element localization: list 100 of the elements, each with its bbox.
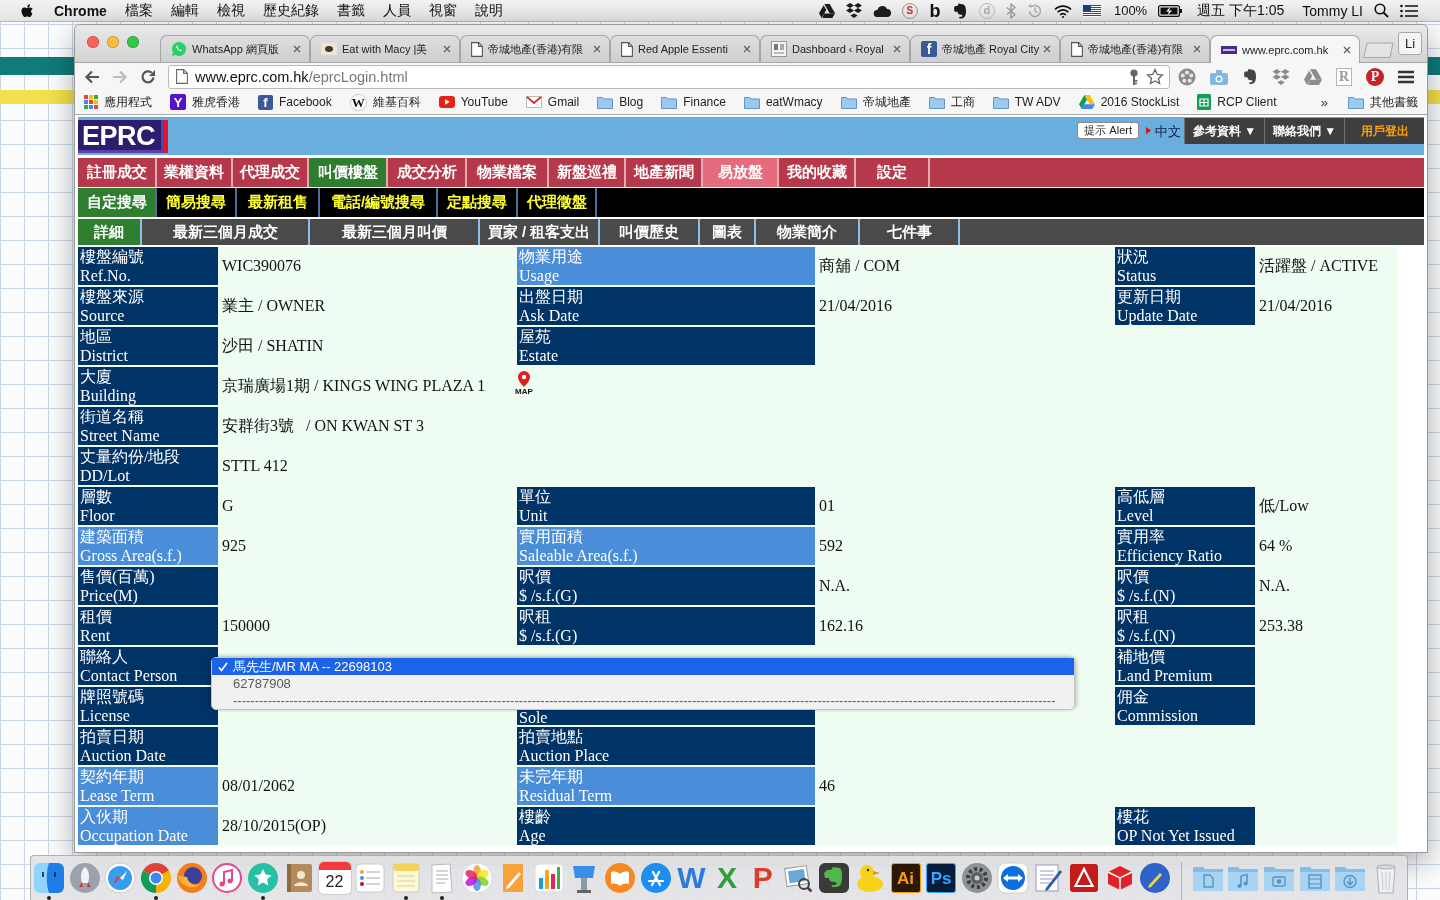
browser-tab[interactable]: 帝城地產(香港)有限 (1060, 35, 1210, 62)
diamonds-icon[interactable] (845, 3, 862, 18)
segmented-circle-icon[interactable] (140, 862, 173, 894)
close-icon[interactable] (1193, 45, 1201, 53)
compass-icon[interactable] (104, 862, 137, 894)
alert-button[interactable]: 提示 Alert (1077, 122, 1139, 139)
triangle-logo-icon[interactable] (818, 3, 835, 18)
site-logo[interactable]: EPRC (78, 120, 168, 153)
elephant-icon[interactable] (1242, 68, 1258, 85)
ringed-circle-icon[interactable] (175, 862, 208, 894)
language-link[interactable]: 中文 (1155, 123, 1181, 141)
bookmark[interactable]: TW ADV (992, 95, 1061, 109)
ai-logo[interactable]: Ai (890, 863, 921, 893)
bluetooth-icon[interactable] (1005, 2, 1016, 19)
close-icon[interactable] (893, 45, 901, 53)
nav-tab[interactable]: 簡易搜尋 (157, 188, 237, 217)
calendar-tile[interactable]: 22 (318, 862, 351, 894)
elephant-icon[interactable] (951, 2, 968, 19)
checklist-icon[interactable] (354, 862, 387, 894)
browser-tab[interactable]: f 帝城地產 Royal City (910, 35, 1060, 62)
bookmark[interactable]: f Facebook (258, 94, 332, 110)
music-note-icon[interactable] (211, 862, 244, 894)
bookmark[interactable]: W 維基百科 (349, 93, 421, 111)
browser-tab[interactable]: WhatsApp 網頁版 (160, 35, 310, 62)
more-bookmarks-button[interactable]: » (1320, 94, 1328, 110)
nav-tab[interactable]: 最新三個月叫價 (310, 219, 480, 245)
flag-icon[interactable] (1082, 4, 1101, 17)
bookmark[interactable]: Finance (661, 95, 726, 109)
nav-tab[interactable]: 叫價樓盤 (309, 158, 388, 187)
menu-item[interactable]: 說明 (474, 1, 503, 20)
dropdown-option[interactable]: 馬先生/MR MA -- 22698103 (212, 658, 1074, 675)
close-icon[interactable] (743, 45, 751, 53)
nav-tab[interactable]: 定點搜尋 (438, 188, 518, 217)
menu-item[interactable]: 編輯 (170, 1, 199, 20)
browser-tab[interactable]: Red Apple Essenti (610, 35, 760, 62)
bookmark[interactable]: 帝城地產 (840, 93, 911, 111)
menu-button[interactable]: 聯絡我們 ▼ (1264, 118, 1344, 144)
battery-icon[interactable] (1158, 4, 1183, 17)
bookmark[interactable]: 其他書籤 (1348, 93, 1418, 111)
bookmark[interactable]: Gmail (525, 95, 580, 109)
nav-tab[interactable]: 代理徵盤 (518, 188, 597, 217)
map-link[interactable]: MAP (515, 371, 533, 396)
close-window-button[interactable] (87, 36, 99, 48)
reload-icon[interactable] (140, 68, 156, 85)
profile-button[interactable]: Li (1398, 32, 1422, 55)
split-tile-icon[interactable] (33, 862, 65, 894)
back-arrow-icon[interactable] (84, 68, 100, 85)
photo-magnifier-icon[interactable] (782, 862, 815, 894)
bookmark[interactable]: Y 雅虎香港 (170, 93, 240, 111)
apple-icon[interactable] (20, 2, 34, 19)
nav-tab[interactable]: 七件事 (860, 219, 960, 245)
letter-p-logo[interactable]: P (1366, 67, 1384, 86)
browser-tab[interactable]: 帝城地產(香港)有限 (460, 35, 610, 62)
crossed-strokes-icon[interactable] (639, 862, 672, 894)
nav-tab[interactable]: 自定搜尋 (78, 188, 157, 217)
zoom-window-button[interactable] (127, 36, 139, 48)
letter-s-logo[interactable]: S (901, 2, 918, 19)
close-icon[interactable] (443, 45, 451, 53)
bookmark[interactable]: eatWmacy (743, 95, 823, 109)
menu-icon[interactable] (1398, 69, 1414, 84)
nav-tab[interactable]: 電話/編號搜尋 (320, 188, 438, 217)
nav-tab[interactable]: 詳細 (78, 219, 142, 245)
wifi-icon[interactable] (1053, 3, 1072, 18)
nav-tab[interactable]: 最新租售 (237, 188, 320, 217)
menu-item[interactable]: 視窗 (428, 1, 457, 20)
bookmark[interactable]: RCP Client (1197, 94, 1277, 110)
clock[interactable]: 週五 下午1:05 (1197, 1, 1285, 20)
search-icon[interactable] (1374, 3, 1389, 18)
open-book-icon[interactable] (604, 862, 636, 894)
elephant-icon[interactable] (818, 862, 851, 894)
nav-tab[interactable]: 最新三個月成交 (142, 219, 310, 245)
letter-b-logo[interactable]: b (928, 2, 941, 19)
address-field[interactable]: www.eprc.com.hk/eprcLogin.html (168, 64, 1170, 89)
menu-item[interactable]: 檔案 (124, 1, 153, 20)
flower-icon[interactable] (461, 862, 494, 894)
browser-tab[interactable]: Eat with Macy |美 (310, 35, 460, 62)
key-icon[interactable] (1129, 68, 1139, 85)
logout-button[interactable]: 用戶登出 (1344, 118, 1424, 144)
bookmark[interactable]: 2016 StockList (1078, 95, 1180, 109)
menu-item[interactable]: 人員 (382, 1, 411, 20)
pen-icon[interactable] (1139, 862, 1172, 894)
clock-arrow-icon[interactable] (1026, 2, 1043, 19)
menu-item[interactable]: 書籤 (336, 1, 365, 20)
bar-chart-icon[interactable] (532, 862, 565, 894)
film-reel-icon[interactable] (1178, 67, 1196, 86)
menu-item[interactable]: 檢視 (216, 1, 245, 20)
camera-icon[interactable] (1210, 68, 1228, 85)
bookmark[interactable]: Blog (597, 95, 644, 109)
bookmark[interactable]: 工商 (928, 93, 975, 111)
menu-item[interactable]: 歷史紀錄 (262, 1, 319, 20)
nav-tab[interactable]: 叫價歷史 (600, 219, 700, 245)
close-icon[interactable] (293, 45, 301, 53)
star-icon[interactable] (1146, 67, 1164, 86)
close-icon[interactable] (593, 45, 601, 53)
app-menu[interactable]: Chrome (54, 2, 107, 19)
user-name[interactable]: Tommy LI (1302, 2, 1363, 19)
bookmark[interactable]: 應用程式 (84, 93, 152, 111)
browser-tab[interactable]: Dashboard ‹ Royal (760, 35, 910, 62)
nav-tab[interactable]: 買家 / 租客支出 (480, 219, 600, 245)
bookmark[interactable]: YouTube (438, 95, 508, 109)
